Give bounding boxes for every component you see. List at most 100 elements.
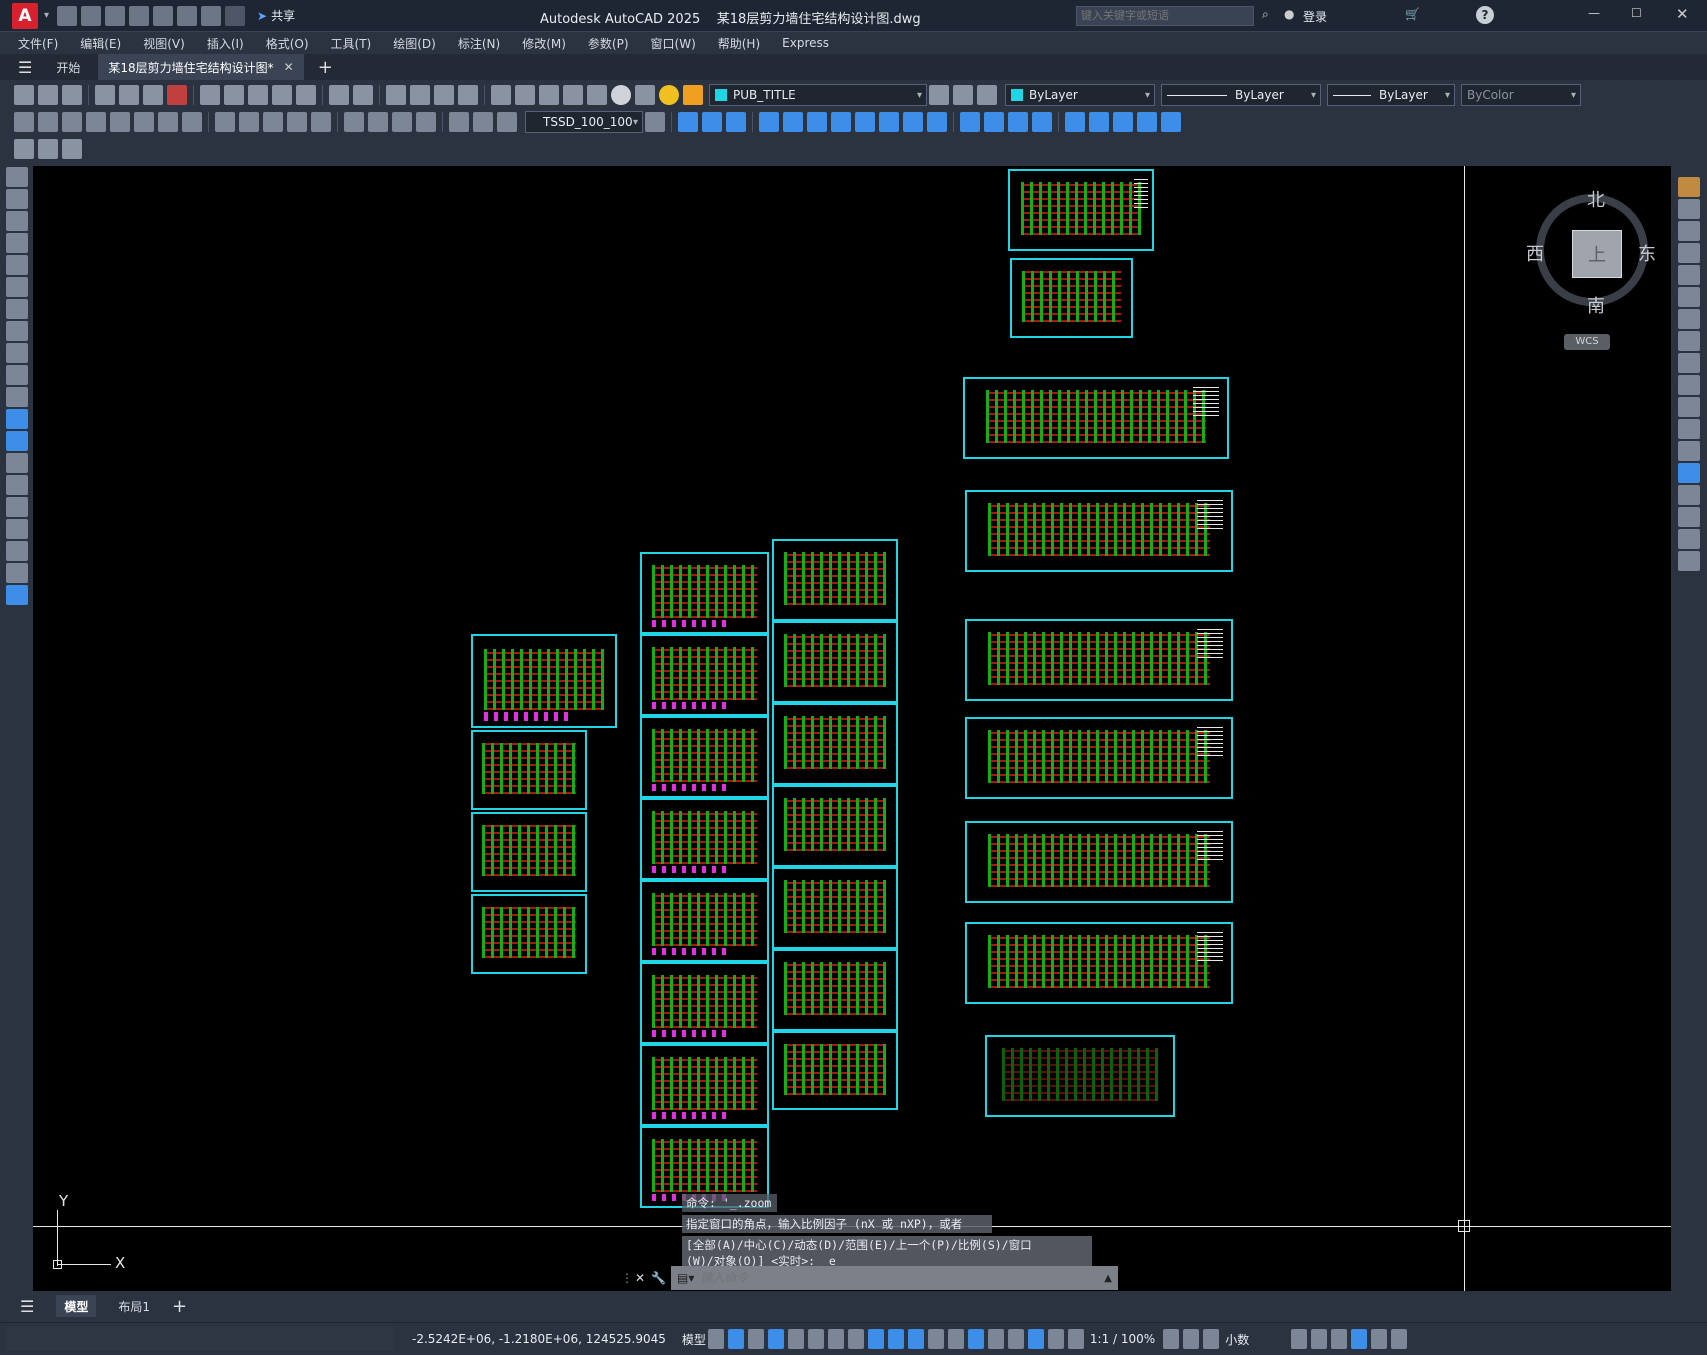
spline-icon[interactable] <box>6 343 28 363</box>
compass-west-label[interactable]: 西 <box>1526 240 1544 266</box>
drawing-sheet[interactable] <box>965 717 1233 799</box>
scale-icon[interactable] <box>1678 331 1700 351</box>
drawing-sheet[interactable] <box>640 1044 769 1126</box>
add-selected-icon[interactable] <box>6 585 28 605</box>
pan-icon[interactable] <box>386 85 406 105</box>
annotation-monitor-icon[interactable] <box>1183 1329 1200 1349</box>
tab-start[interactable]: 开始 <box>56 59 80 76</box>
paste-icon[interactable] <box>248 85 268 105</box>
tssd-tool-2-icon[interactable] <box>702 112 722 132</box>
drawing-sheet[interactable] <box>772 621 898 703</box>
command-recent-icon[interactable]: ▤▾ <box>677 1271 694 1285</box>
layout-menu-icon[interactable]: ☰ <box>20 1297 34 1316</box>
arc-length-icon[interactable] <box>62 112 82 132</box>
drawing-sheet[interactable] <box>640 962 769 1044</box>
help-icon[interactable] <box>611 85 631 105</box>
tab-layout1[interactable]: 布局1 <box>118 1298 150 1315</box>
explode-icon[interactable] <box>1678 551 1700 571</box>
3d-osnap-icon[interactable] <box>947 1329 964 1349</box>
tssd-tool-7-icon[interactable] <box>831 112 851 132</box>
annotation-scale-dropdown[interactable]: 1:1 / 100% <box>1090 1332 1155 1346</box>
calculator-icon[interactable] <box>587 85 607 105</box>
open-icon[interactable] <box>38 85 58 105</box>
tab-model[interactable]: 模型 <box>56 1295 97 1317</box>
tssd-tool-18-icon[interactable] <box>1113 112 1133 132</box>
app-logo[interactable]: A <box>12 2 38 29</box>
arc-icon[interactable] <box>6 277 28 297</box>
jogged-dim-icon[interactable] <box>134 112 154 132</box>
hatch-icon[interactable] <box>6 475 28 495</box>
selection-cycling-icon[interactable] <box>927 1329 944 1349</box>
zoom-window-icon[interactable] <box>434 85 454 105</box>
join-icon[interactable] <box>1678 463 1700 483</box>
drawing-sheet[interactable] <box>772 1031 898 1110</box>
maximize-icon[interactable]: ☐ <box>1631 6 1642 20</box>
drawing-sheet[interactable] <box>965 821 1233 903</box>
offset-icon[interactable] <box>1678 243 1700 263</box>
help-search-input[interactable] <box>1076 6 1254 26</box>
help-icon[interactable]: ? <box>1476 6 1494 24</box>
menu-help[interactable]: 帮助(H) <box>718 35 760 52</box>
object-snap-tracking-icon[interactable] <box>847 1329 864 1349</box>
break-at-point-icon[interactable] <box>1678 419 1700 439</box>
line-icon[interactable] <box>6 167 28 187</box>
continue-dim-icon[interactable] <box>263 112 283 132</box>
tssd-tool-4-icon[interactable] <box>759 112 779 132</box>
units-dropdown[interactable]: 小数 <box>1225 1331 1289 1348</box>
blend-icon[interactable] <box>1678 529 1700 549</box>
rectangle-icon[interactable] <box>6 255 28 275</box>
layer-dropdown[interactable]: PUB_TITLE <box>709 84 927 106</box>
save-icon[interactable] <box>105 5 126 26</box>
tssd-tool-13-icon[interactable] <box>984 112 1004 132</box>
tab-document[interactable]: 某18层剪力墙住宅结构设计图* ✕ <box>98 54 304 80</box>
customization-icon[interactable] <box>1391 1329 1408 1349</box>
dynamic-input-icon[interactable] <box>767 1329 784 1349</box>
user-icon[interactable]: ● <box>1284 7 1294 21</box>
plot-icon[interactable] <box>177 5 198 26</box>
isolate-objects-icon[interactable] <box>1331 1329 1348 1349</box>
app-menu-chevron-icon[interactable]: ▾ <box>44 10 49 21</box>
auto-scale-icon[interactable] <box>1047 1329 1064 1349</box>
chamfer-icon[interactable] <box>1678 485 1700 505</box>
linetype-dropdown[interactable]: ByLayer <box>1161 84 1321 106</box>
command-input[interactable] <box>700 1267 1105 1289</box>
inspection-icon[interactable] <box>392 112 412 132</box>
properties-icon[interactable] <box>491 85 511 105</box>
drawing-sheet[interactable] <box>471 634 617 728</box>
units-icon[interactable] <box>1203 1329 1220 1349</box>
zoom-previous-icon[interactable] <box>458 85 478 105</box>
drawing-sheet[interactable] <box>471 730 587 810</box>
drawing-sheet[interactable] <box>965 922 1233 1004</box>
save-as-icon[interactable] <box>129 5 150 26</box>
drawing-sheet[interactable] <box>772 867 898 949</box>
plot-icon[interactable] <box>95 85 115 105</box>
undo-icon[interactable] <box>201 5 222 26</box>
tssd-tool-6-icon[interactable] <box>807 112 827 132</box>
dim-break-icon[interactable] <box>311 112 331 132</box>
menu-file[interactable]: 文件(F) <box>18 35 58 52</box>
drawing-sheet[interactable] <box>963 377 1229 459</box>
match-properties-icon[interactable] <box>272 85 292 105</box>
command-close-icon[interactable]: ✕ <box>635 1271 651 1285</box>
quick-properties-icon[interactable] <box>1291 1329 1308 1349</box>
tssd-tool-15-icon[interactable] <box>1032 112 1052 132</box>
new-icon[interactable] <box>57 5 78 26</box>
layer-on-icon[interactable] <box>659 85 679 105</box>
zoom-realtime-icon[interactable] <box>410 85 430 105</box>
lineweight-dropdown[interactable]: ByLayer <box>1327 84 1455 106</box>
export-icon[interactable] <box>167 85 187 105</box>
tssd-tool-17-icon[interactable] <box>1089 112 1109 132</box>
annotation-visibility-icon[interactable] <box>1027 1329 1044 1349</box>
angular-dim-icon[interactable] <box>182 112 202 132</box>
ordinate-dim-icon[interactable] <box>86 112 106 132</box>
dim-space-icon[interactable] <box>287 112 307 132</box>
dim-update-icon[interactable] <box>497 112 517 132</box>
hamburger-icon[interactable]: ☰ <box>18 58 32 77</box>
viewcube-top-face[interactable]: 上 <box>1572 230 1622 278</box>
cut-icon[interactable] <box>200 85 220 105</box>
layer-states-icon[interactable] <box>977 85 997 105</box>
stretch-icon[interactable] <box>1678 353 1700 373</box>
menu-view[interactable]: 视图(V) <box>143 35 185 52</box>
gizmo-icon[interactable] <box>1007 1329 1024 1349</box>
new-tab-icon[interactable]: + <box>318 57 333 78</box>
